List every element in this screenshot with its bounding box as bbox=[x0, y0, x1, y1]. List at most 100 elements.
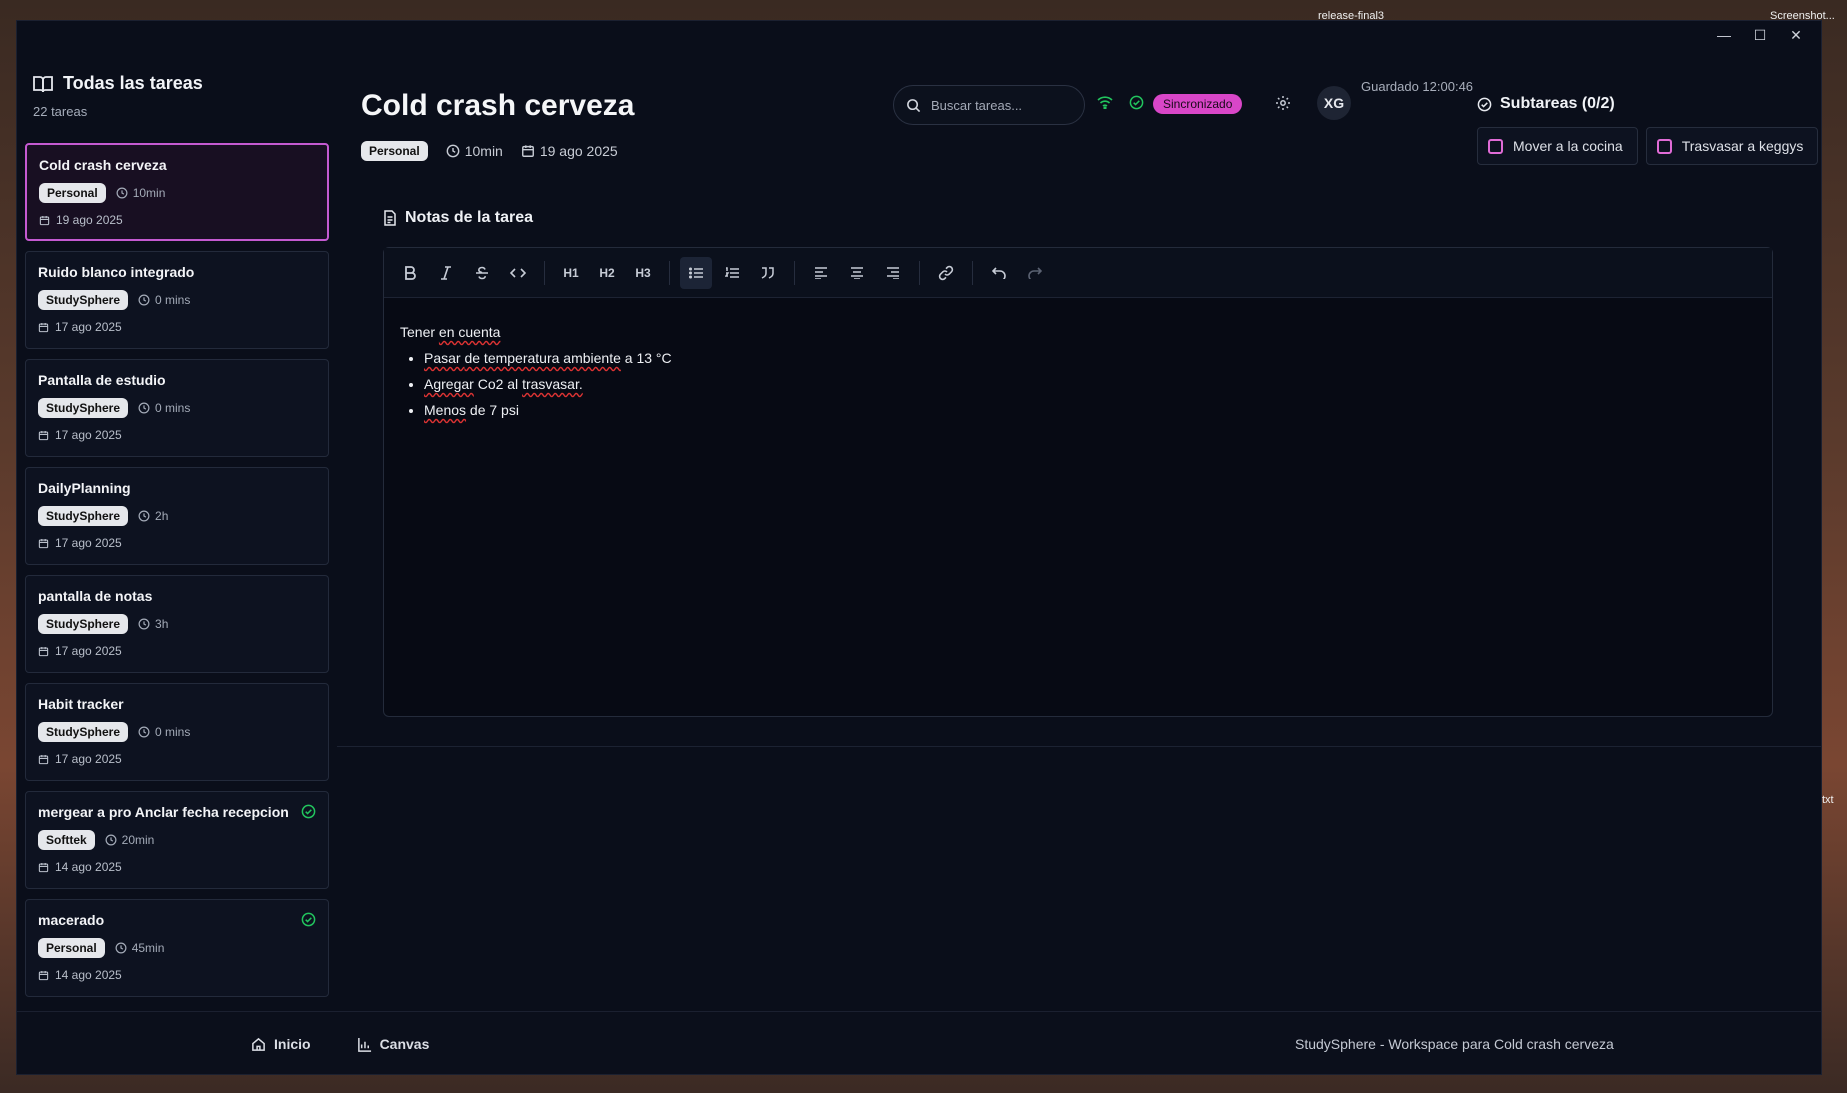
completed-indicator bbox=[301, 912, 316, 932]
avatar[interactable]: XG bbox=[1317, 86, 1351, 120]
task-count: 22 tareas bbox=[33, 104, 88, 119]
note-list: Pasar de temperatura ambiente a 13 °C Ag… bbox=[400, 350, 1756, 418]
task-card[interactable]: macerado Personal 45min 14 ago 2025 bbox=[25, 899, 329, 997]
duration: 45min bbox=[115, 941, 164, 955]
subtask-list: Mover a la cocina Trasvasar a keggys bbox=[1477, 127, 1819, 165]
toolbar-divider bbox=[544, 260, 545, 285]
calendar-icon bbox=[38, 430, 49, 440]
align-center-button[interactable] bbox=[841, 257, 873, 289]
italic-button[interactable] bbox=[430, 257, 462, 289]
undo-icon bbox=[992, 266, 1006, 279]
strikethrough-button[interactable] bbox=[466, 257, 498, 289]
task-list: Cold crash cerveza Personal 10min 19 ago 20… bbox=[23, 143, 329, 1011]
editor-toolbar: H1 H2 H3 bbox=[384, 248, 1772, 298]
note-bullet: Pasar de temperatura ambiente a 13 °C bbox=[424, 350, 1756, 366]
quote-icon bbox=[761, 266, 774, 279]
strikethrough-icon bbox=[476, 266, 488, 279]
quote-button[interactable] bbox=[752, 257, 784, 289]
task-card[interactable]: Pantalla de estudio StudySphere 0 mins 17 a… bbox=[25, 359, 329, 457]
nav-home[interactable]: Inicio bbox=[251, 1036, 311, 1052]
nav-canvas[interactable]: Canvas bbox=[357, 1036, 429, 1052]
home-icon bbox=[252, 1037, 265, 1051]
duration: 10min bbox=[446, 143, 503, 159]
redo-icon bbox=[1028, 266, 1042, 279]
task-card[interactable]: Ruido blanco integrado StudySphere 0 mins 1… bbox=[25, 251, 329, 349]
clock-icon bbox=[115, 942, 127, 954]
tag-badge: StudySphere bbox=[38, 398, 129, 418]
heading1-button[interactable]: H1 bbox=[555, 257, 587, 289]
tag-badge[interactable]: Personal bbox=[361, 141, 428, 161]
align-left-icon bbox=[815, 266, 827, 279]
italic-icon bbox=[441, 265, 451, 280]
calendar-icon bbox=[38, 862, 49, 872]
subtask-item[interactable]: Mover a la cocina bbox=[1477, 127, 1638, 165]
task-title: Cold crash cerveza bbox=[39, 157, 167, 173]
align-left-button[interactable] bbox=[805, 257, 837, 289]
duration: 0 mins bbox=[138, 293, 190, 307]
task-card[interactable]: Habit tracker StudySphere 0 mins 17 ago 202… bbox=[25, 683, 329, 781]
sync-status-badge: Sincronizado bbox=[1153, 94, 1243, 114]
subtask-checkbox[interactable] bbox=[1488, 138, 1503, 154]
task-title: Habit tracker bbox=[38, 696, 124, 712]
toolbar-divider bbox=[919, 260, 920, 285]
task-title: Pantalla de estudio bbox=[38, 372, 166, 388]
subtask-item[interactable]: Trasvasar a keggys bbox=[1645, 127, 1819, 165]
task-date: 17 ago 2025 bbox=[38, 752, 316, 766]
task-meta: Personal 10min bbox=[39, 183, 315, 203]
calendar-icon bbox=[521, 145, 534, 157]
sidebar-title: Todas las tareas bbox=[33, 73, 203, 94]
gear-icon[interactable] bbox=[1275, 95, 1291, 111]
calendar-icon bbox=[38, 322, 49, 332]
align-center-icon bbox=[851, 266, 863, 279]
search-placeholder[interactable]: Buscar tareas... bbox=[931, 98, 1022, 113]
check-circle-icon bbox=[1477, 97, 1492, 111]
align-right-button[interactable] bbox=[877, 257, 909, 289]
bold-button[interactable] bbox=[394, 257, 426, 289]
calendar-icon bbox=[38, 646, 49, 656]
tag-badge: Personal bbox=[38, 938, 105, 958]
subtask-checkbox[interactable] bbox=[1656, 138, 1672, 154]
task-title: DailyPlanning bbox=[38, 480, 131, 496]
notes-editor[interactable]: H1 H2 H3 Tener en cuenta P bbox=[383, 247, 1773, 717]
clock-icon bbox=[138, 618, 150, 630]
task-card[interactable]: Cold crash cerveza Personal 10min 19 ago 20… bbox=[25, 143, 329, 241]
tag-badge: StudySphere bbox=[38, 506, 129, 526]
calendar-icon bbox=[38, 538, 49, 548]
clock-icon bbox=[446, 144, 460, 158]
heading2-button[interactable]: H2 bbox=[591, 257, 623, 289]
link-button[interactable] bbox=[930, 257, 962, 289]
bar-chart-icon bbox=[357, 1037, 371, 1052]
search-icon bbox=[907, 98, 921, 112]
subtasks-title: Subtareas (0/2) bbox=[1477, 95, 1818, 113]
duration: 10min bbox=[116, 186, 165, 200]
task-card[interactable]: pantalla de notas StudySphere 3h 17 ago 202… bbox=[25, 575, 329, 673]
clock-icon bbox=[138, 726, 150, 738]
task-card[interactable]: mergear a pro Anclar fecha recepcion Soft… bbox=[25, 791, 329, 889]
redo-button[interactable] bbox=[1019, 257, 1051, 289]
bullet-list-button[interactable] bbox=[680, 256, 712, 289]
notes-content[interactable]: Tener en cuenta Pasar de temperatura amb… bbox=[384, 298, 1772, 454]
page-title: Cold crash cerveza bbox=[361, 89, 635, 122]
numbered-list-button[interactable] bbox=[716, 257, 748, 289]
code-icon bbox=[510, 267, 526, 278]
clock-icon bbox=[105, 834, 117, 846]
completed-indicator bbox=[301, 804, 316, 824]
tag-badge: StudySphere bbox=[38, 290, 129, 310]
search-input[interactable]: Buscar tareas... bbox=[893, 85, 1085, 125]
main-panel: Cold crash cerveza Personal 10min 19 ago… bbox=[337, 21, 1821, 1011]
task-date: 14 ago 2025 bbox=[38, 968, 316, 982]
calendar-icon bbox=[38, 754, 49, 764]
footer-nav: Inicio Canvas bbox=[251, 1036, 429, 1052]
desktop-label: txt bbox=[1822, 794, 1834, 806]
document-icon bbox=[384, 210, 396, 226]
task-meta: Personal 45min bbox=[38, 938, 316, 958]
content-divider bbox=[337, 746, 1821, 747]
code-button[interactable] bbox=[502, 257, 534, 289]
heading3-button[interactable]: H3 bbox=[627, 257, 659, 289]
duration: 0 mins bbox=[138, 401, 190, 415]
task-title: macerado bbox=[38, 912, 105, 928]
undo-button[interactable] bbox=[983, 257, 1015, 289]
check-circle-icon bbox=[1129, 95, 1144, 110]
task-card[interactable]: DailyPlanning StudySphere 2h 17 ago 2025 bbox=[25, 467, 329, 565]
check-circle-icon bbox=[301, 912, 316, 927]
